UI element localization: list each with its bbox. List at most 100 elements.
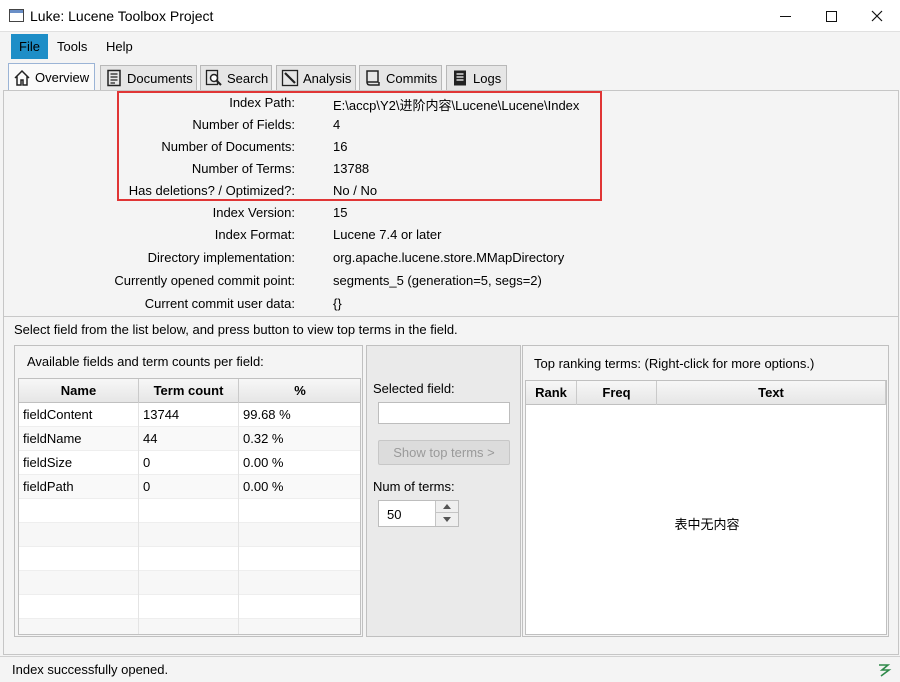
fields-table[interactable]: Name Term count % fieldContent 13744 99.… bbox=[18, 378, 361, 635]
chevron-down-icon bbox=[443, 516, 451, 522]
cell-name: fieldSize bbox=[19, 451, 139, 475]
empty-row bbox=[19, 523, 360, 547]
menu-bar: File Tools Help bbox=[0, 32, 900, 60]
logs-icon bbox=[451, 69, 469, 87]
close-icon bbox=[871, 10, 883, 22]
app-icon bbox=[9, 9, 24, 22]
book-icon bbox=[364, 69, 382, 87]
cell-name: fieldContent bbox=[19, 403, 139, 427]
cell-percent: 0.32 % bbox=[239, 427, 360, 451]
cell-term-count: 0 bbox=[139, 451, 239, 475]
window-title: Luke: Lucene Toolbox Project bbox=[30, 8, 214, 24]
selected-field-label: Selected field: bbox=[373, 381, 455, 396]
resize-grip-icon[interactable] bbox=[876, 661, 892, 677]
table-row[interactable]: fieldPath 0 0.00 % bbox=[19, 475, 360, 499]
num-of-terms-label: Num of terms: bbox=[373, 479, 455, 494]
prop-directory: Directory implementation: org.apache.luc… bbox=[4, 247, 898, 269]
highlight-annotation bbox=[117, 91, 602, 201]
prop-value: segments_5 (generation=5, segs=2) bbox=[333, 273, 542, 288]
empty-row bbox=[19, 499, 360, 523]
fields-panel: Available fields and term counts per fie… bbox=[14, 345, 363, 637]
minimize-button[interactable] bbox=[762, 0, 808, 32]
prop-value: 15 bbox=[333, 205, 348, 220]
spinner-arrows bbox=[435, 501, 458, 526]
fields-panel-title: Available fields and term counts per fie… bbox=[27, 354, 264, 369]
empty-row bbox=[19, 547, 360, 571]
num-of-terms-value[interactable]: 50 bbox=[387, 507, 401, 522]
menu-file[interactable]: File bbox=[11, 34, 48, 59]
tab-analysis[interactable]: Analysis bbox=[276, 65, 356, 90]
empty-row bbox=[19, 595, 360, 619]
table-row[interactable]: fieldContent 13744 99.68 % bbox=[19, 403, 360, 427]
prop-commit-user-data: Current commit user data: {} bbox=[4, 293, 898, 315]
prop-value: {} bbox=[333, 296, 342, 311]
show-top-terms-button[interactable]: Show top terms > bbox=[378, 440, 510, 465]
prop-label: Current commit user data: bbox=[144, 296, 295, 311]
cell-term-count: 0 bbox=[139, 475, 239, 499]
table-row[interactable]: fieldSize 0 0.00 % bbox=[19, 451, 360, 475]
maximize-button[interactable] bbox=[808, 0, 854, 32]
prop-label: Currently opened commit point: bbox=[114, 273, 295, 288]
close-button[interactable] bbox=[854, 0, 900, 32]
maximize-icon bbox=[825, 10, 837, 22]
document-icon bbox=[105, 69, 123, 87]
prop-index-version: Index Version: 15 bbox=[4, 202, 898, 224]
tab-commits-label: Commits bbox=[386, 70, 438, 86]
status-bar: Index successfully opened. bbox=[0, 656, 900, 682]
tab-logs-label: Logs bbox=[473, 70, 502, 86]
top-terms-table[interactable]: Rank Freq Text 表中无内容 bbox=[525, 380, 887, 635]
tab-commits[interactable]: Commits bbox=[359, 65, 442, 90]
cell-name: fieldName bbox=[19, 427, 139, 451]
tab-logs[interactable]: Logs bbox=[446, 65, 507, 90]
prop-label: Index Format: bbox=[214, 227, 295, 242]
prop-label: Directory implementation: bbox=[147, 250, 295, 265]
tab-search[interactable]: Search bbox=[200, 65, 272, 90]
empty-row bbox=[19, 571, 360, 595]
tab-documents[interactable]: Documents bbox=[100, 65, 197, 90]
menu-tools[interactable]: Tools bbox=[49, 34, 95, 59]
cell-name: fieldPath bbox=[19, 475, 139, 499]
top-terms-panel: Top ranking terms: (Right-click for more… bbox=[522, 345, 889, 637]
column-header-freq[interactable]: Freq bbox=[577, 381, 657, 405]
overview-panel: Index Path: E:\accp\Y2\进阶内容\Lucene\Lucen… bbox=[3, 90, 899, 655]
cell-percent: 0.00 % bbox=[239, 475, 360, 499]
column-header-name[interactable]: Name bbox=[19, 379, 139, 403]
selected-field-panel: Selected field: Show top terms > Num of … bbox=[366, 345, 521, 637]
tab-overview[interactable]: Overview bbox=[8, 63, 95, 91]
divider bbox=[4, 316, 898, 317]
home-icon bbox=[13, 69, 31, 87]
prop-index-format: Index Format: Lucene 7.4 or later bbox=[4, 224, 898, 246]
column-header-rank[interactable]: Rank bbox=[526, 381, 577, 405]
analysis-icon bbox=[281, 69, 299, 87]
column-header-term-count[interactable]: Term count bbox=[139, 379, 239, 403]
num-of-terms-spinner[interactable]: 50 bbox=[378, 500, 459, 527]
tab-documents-label: Documents bbox=[127, 70, 193, 86]
column-header-percent[interactable]: % bbox=[239, 379, 360, 403]
top-terms-title: Top ranking terms: (Right-click for more… bbox=[534, 356, 815, 371]
empty-table-message: 表中无内容 bbox=[674, 518, 740, 533]
prop-value: org.apache.lucene.store.MMapDirectory bbox=[333, 250, 565, 265]
tab-bar: Overview Documents Search Analysis Commi… bbox=[0, 62, 900, 91]
instruction-text: Select field from the list below, and pr… bbox=[14, 322, 458, 337]
tab-analysis-label: Analysis bbox=[303, 70, 352, 86]
fields-table-body: fieldContent 13744 99.68 % fieldName 44 … bbox=[19, 403, 360, 634]
empty-row bbox=[19, 619, 360, 634]
cell-term-count: 13744 bbox=[139, 403, 239, 427]
menu-help[interactable]: Help bbox=[98, 34, 141, 59]
spinner-down-button[interactable] bbox=[436, 513, 458, 525]
top-terms-header: Rank Freq Text bbox=[526, 381, 886, 405]
fields-table-header: Name Term count % bbox=[19, 379, 360, 403]
spinner-up-button[interactable] bbox=[436, 501, 458, 513]
tab-overview-label: Overview bbox=[35, 70, 90, 85]
chevron-up-icon bbox=[443, 504, 451, 509]
selected-field-input[interactable] bbox=[378, 402, 510, 424]
cell-percent: 99.68 % bbox=[239, 403, 360, 427]
cell-percent: 0.00 % bbox=[239, 451, 360, 475]
cell-term-count: 44 bbox=[139, 427, 239, 451]
column-header-text[interactable]: Text bbox=[657, 381, 886, 405]
search-icon bbox=[205, 69, 223, 87]
prop-label: Index Version: bbox=[212, 205, 295, 220]
table-row[interactable]: fieldName 44 0.32 % bbox=[19, 427, 360, 451]
prop-value: Lucene 7.4 or later bbox=[333, 227, 442, 242]
tab-search-label: Search bbox=[227, 70, 269, 86]
